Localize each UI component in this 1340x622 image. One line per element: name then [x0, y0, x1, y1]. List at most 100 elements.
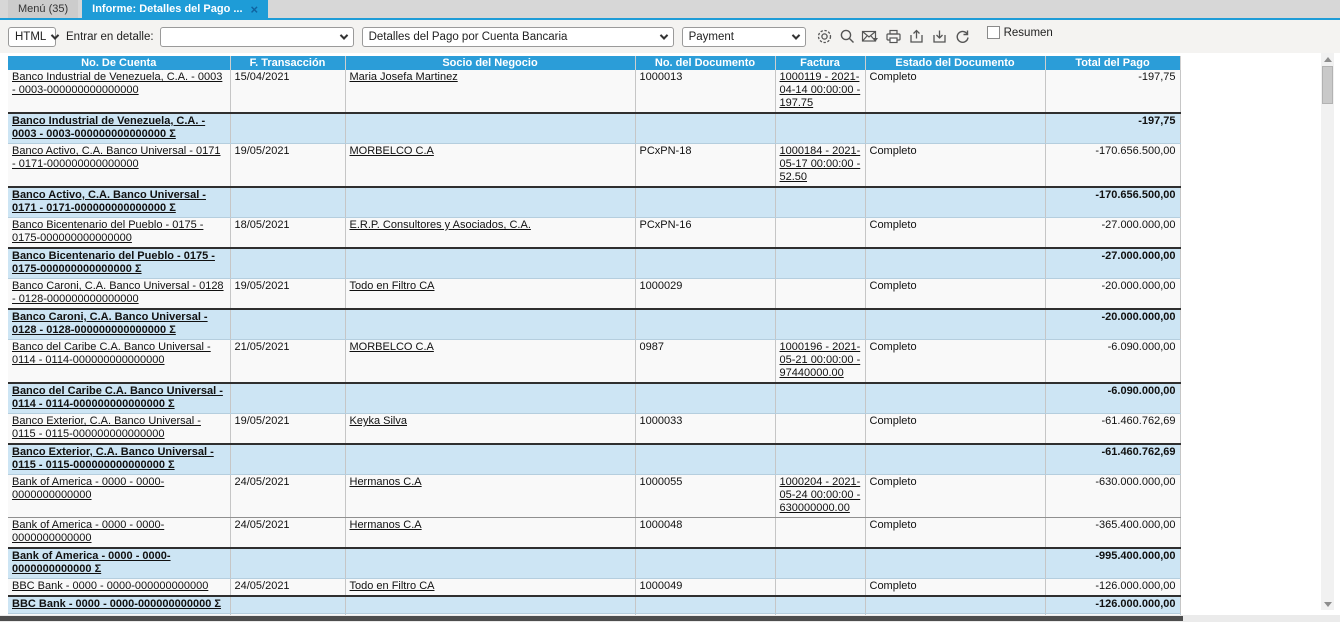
- account-link[interactable]: Banco Exterior, C.A. Banco Universal - 0…: [12, 446, 214, 471]
- cell-document-status: [865, 547, 1046, 579]
- cell-transaction-date: [230, 443, 346, 475]
- cell-account: Banco Bicentenario del Pueblo - 0175 - 0…: [8, 247, 231, 279]
- cell-document-number: 1000013: [635, 70, 776, 114]
- cell-document-status: [865, 382, 1046, 414]
- invoice-link[interactable]: 1000119 - 2021-04-14 00:00:00 - 197.75: [780, 71, 861, 109]
- tab-menu[interactable]: Menú (35): [8, 0, 79, 18]
- settings-icon[interactable]: [814, 26, 835, 47]
- report-select[interactable]: Detalles del Pago por Cuenta Bancaria: [361, 26, 674, 47]
- business-partner-link[interactable]: MORBELCO C.A: [350, 341, 434, 353]
- vertical-scrollbar[interactable]: [1321, 53, 1334, 610]
- business-partner-link[interactable]: Todo en Filtro CA: [350, 580, 435, 592]
- cell-payment-total: -995.400.000,00: [1045, 547, 1181, 579]
- cell-transaction-date: 24/05/2021: [230, 474, 346, 518]
- cell-account: Banco Bicentenario del Pueblo - 0175 - 0…: [8, 217, 231, 249]
- account-link[interactable]: Banco del Caribe C.A. Banco Universal - …: [12, 341, 211, 366]
- horizontal-scrollbar-thumb[interactable]: [0, 616, 1183, 621]
- account-link[interactable]: Banco Caroni, C.A. Banco Universal - 012…: [12, 311, 208, 336]
- account-link[interactable]: Banco Activo, C.A. Banco Universal - 017…: [12, 145, 221, 170]
- tab-report[interactable]: Informe: Detalles del Pago ... ×: [82, 0, 269, 18]
- summary-row: Bank of America - 0000 - 0000-0000000000…: [8, 547, 1181, 579]
- cell-transaction-date: [230, 247, 346, 279]
- refresh-icon[interactable]: [952, 26, 973, 47]
- table-row: Banco del Caribe C.A. Banco Universal - …: [8, 339, 1181, 384]
- summary-row: BBC Bank - 0000 - 0000-000000000000 Σ -12…: [8, 595, 1181, 614]
- account-link[interactable]: Banco Activo, C.A. Banco Universal - 017…: [12, 189, 206, 214]
- col-header-document-number[interactable]: No. del Documento: [635, 56, 776, 70]
- cell-payment-total: -197,75: [1045, 112, 1181, 144]
- cell-business-partner: [345, 112, 636, 144]
- cell-payment-total: -6.090.000,00: [1045, 382, 1181, 414]
- print-icon[interactable]: [883, 26, 904, 47]
- business-partner-link[interactable]: MORBELCO C.A: [350, 145, 434, 157]
- cell-transaction-date: [230, 112, 346, 144]
- cell-business-partner: [345, 547, 636, 579]
- table-header-row: No. De Cuenta F. Transacción Socio del N…: [8, 56, 1181, 70]
- close-icon[interactable]: ×: [251, 3, 259, 16]
- summary-row: Banco Exterior, C.A. Banco Universal - 0…: [8, 443, 1181, 475]
- account-link[interactable]: Banco Bicentenario del Pueblo - 0175 - 0…: [12, 219, 203, 244]
- invoice-link[interactable]: 1000196 - 2021-05-21 00:00:00 - 97440000…: [780, 341, 861, 379]
- col-header-invoice[interactable]: Factura: [775, 56, 866, 70]
- account-link[interactable]: Bank of America - 0000 - 0000-0000000000…: [12, 476, 164, 501]
- cell-business-partner: Todo en Filtro CA: [345, 278, 636, 310]
- account-link[interactable]: Bank of America - 0000 - 0000-0000000000…: [12, 519, 164, 544]
- account-link[interactable]: Banco Caroni, C.A. Banco Universal - 012…: [12, 280, 224, 305]
- cell-document-number: [635, 382, 776, 414]
- export-icon[interactable]: [906, 26, 927, 47]
- email-report-icon[interactable]: [860, 26, 881, 47]
- invoice-link[interactable]: 1000184 - 2021-05-17 00:00:00 - 52.50: [780, 145, 861, 183]
- account-link[interactable]: BBC Bank - 0000 - 0000-000000000000 Σ: [12, 598, 221, 610]
- col-header-account[interactable]: No. De Cuenta: [8, 56, 231, 70]
- account-link[interactable]: Banco Exterior, C.A. Banco Universal - 0…: [12, 415, 201, 440]
- scroll-up-arrow-icon[interactable]: [1321, 53, 1334, 65]
- chevron-down-icon: [51, 30, 60, 40]
- account-link[interactable]: Bank of America - 0000 - 0000-0000000000…: [12, 550, 171, 575]
- format-select[interactable]: HTML: [8, 26, 60, 47]
- account-link[interactable]: Banco Industrial de Venezuela, C.A. - 00…: [12, 115, 205, 140]
- summary-checkbox[interactable]: [986, 26, 1000, 39]
- business-partner-link[interactable]: Maria Josefa Martinez: [350, 71, 458, 83]
- cell-document-number: PCxPN-16: [635, 217, 776, 249]
- business-partner-link[interactable]: Hermanos C.A: [350, 519, 422, 531]
- cell-account: Banco del Caribe C.A. Banco Universal - …: [8, 339, 231, 384]
- cell-payment-total: -20.000.000,00: [1045, 308, 1181, 340]
- process-select[interactable]: Payment: [681, 26, 806, 47]
- business-partner-link[interactable]: Todo en Filtro CA: [350, 280, 435, 292]
- cell-business-partner: Hermanos C.A: [345, 517, 636, 549]
- col-header-payment-total[interactable]: Total del Pago: [1045, 56, 1181, 70]
- table-row: Banco Bicentenario del Pueblo - 0175 - 0…: [8, 217, 1181, 249]
- cell-account: Bank of America - 0000 - 0000-0000000000…: [8, 547, 231, 579]
- search-icon[interactable]: [837, 26, 858, 47]
- cell-transaction-date: 21/05/2021: [230, 339, 346, 384]
- col-header-transaction-date[interactable]: F. Transacción: [230, 56, 346, 70]
- cell-transaction-date: 18/05/2021: [230, 217, 346, 249]
- account-link[interactable]: Banco Industrial de Venezuela, C.A. - 00…: [12, 71, 222, 96]
- business-partner-link[interactable]: Keyka Silva: [350, 415, 407, 427]
- cell-invoice: [775, 278, 866, 310]
- account-link[interactable]: BBC Bank - 0000 - 0000-000000000000: [12, 580, 208, 592]
- business-partner-link[interactable]: Hermanos C.A: [350, 476, 422, 488]
- cell-document-status: Completo: [865, 474, 1046, 518]
- invoice-link[interactable]: 1000204 - 2021-05-24 00:00:00 - 63000000…: [780, 476, 861, 514]
- cell-account: Bank of America - 0000 - 0000-0000000000…: [8, 517, 231, 549]
- horizontal-scrollbar[interactable]: [0, 615, 1340, 622]
- cell-business-partner: [345, 382, 636, 414]
- business-partner-link[interactable]: E.R.P. Consultores y Asociados, C.A.: [350, 219, 531, 231]
- col-header-document-status[interactable]: Estado del Documento: [865, 56, 1046, 70]
- cell-document-number: PCxPN-18: [635, 143, 776, 188]
- account-link[interactable]: Banco del Caribe C.A. Banco Universal - …: [12, 385, 223, 410]
- cell-document-status: [865, 112, 1046, 144]
- cell-business-partner: [345, 308, 636, 340]
- drilldown-select[interactable]: [159, 26, 354, 47]
- col-header-business-partner[interactable]: Socio del Negocio: [345, 56, 636, 70]
- summary-checkbox-label: Resumen: [1003, 26, 1053, 39]
- scroll-down-arrow-icon[interactable]: [1321, 598, 1334, 610]
- cell-payment-total: -170.656.500,00: [1045, 186, 1181, 218]
- account-link[interactable]: Banco Bicentenario del Pueblo - 0175 - 0…: [12, 250, 215, 275]
- cell-account: Banco del Caribe C.A. Banco Universal - …: [8, 382, 231, 414]
- cell-payment-total: -61.460.762,69: [1045, 413, 1181, 445]
- import-icon[interactable]: [929, 26, 950, 47]
- vertical-scrollbar-thumb[interactable]: [1322, 66, 1333, 104]
- cell-business-partner: Maria Josefa Martinez: [345, 70, 636, 114]
